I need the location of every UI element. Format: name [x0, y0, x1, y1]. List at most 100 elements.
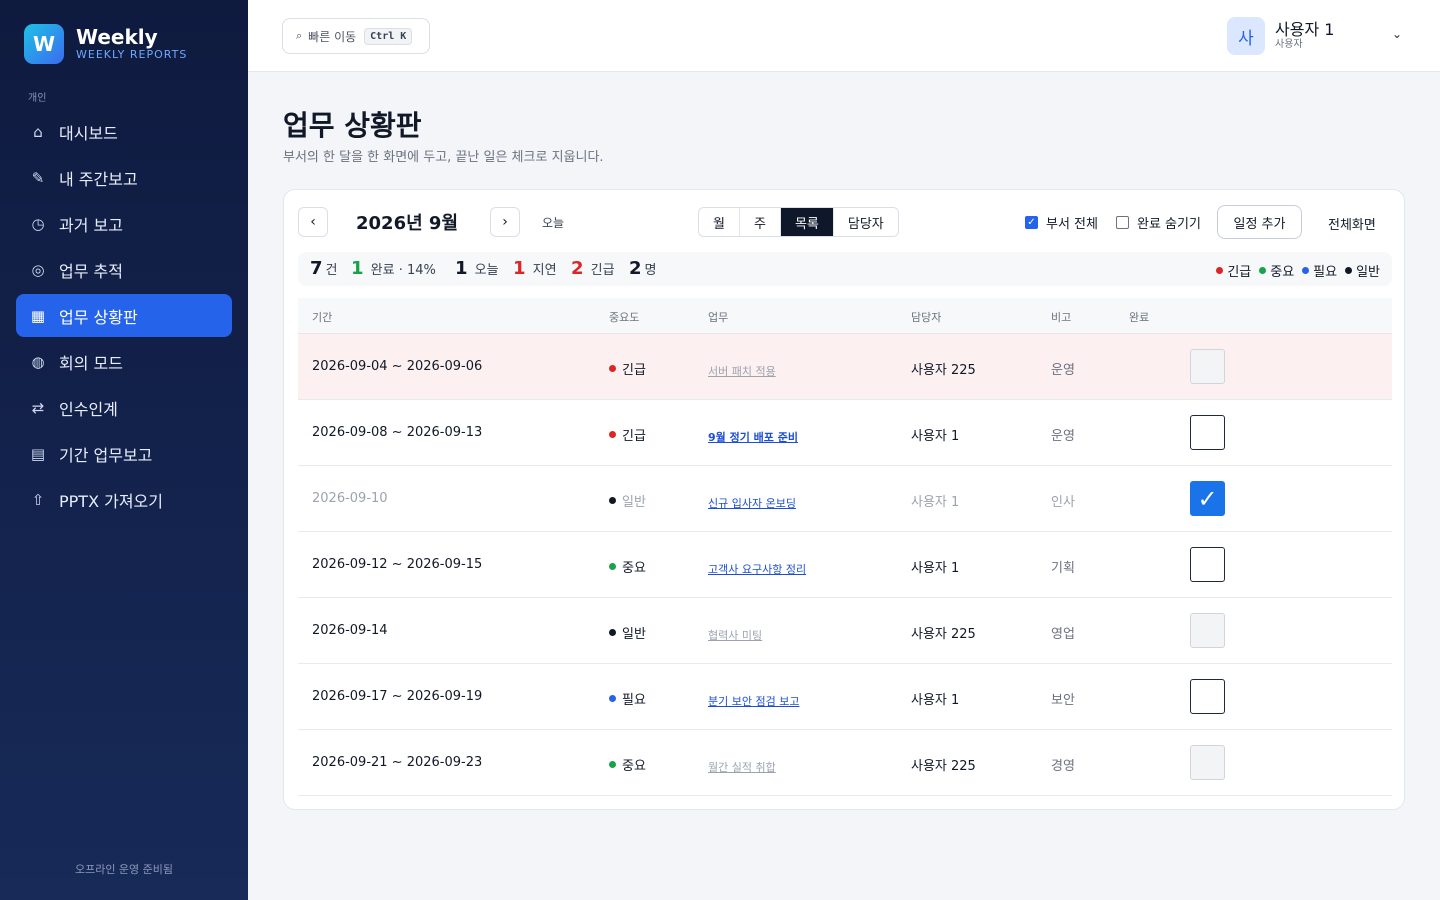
page-title: 업무 상황판: [283, 109, 422, 142]
prev-month-button[interactable]: ‹: [298, 207, 328, 237]
view-tab[interactable]: 담당자: [833, 208, 898, 236]
task-link[interactable]: 신규 입사자 온보딩: [708, 495, 796, 511]
task-table: 기간 중요도 업무 담당자 비고 완료 2026-09-04 ~ 2026-09…: [298, 298, 1392, 796]
hide-done-toggle[interactable]: 완료 숨기기: [1116, 213, 1201, 232]
avatar: 사: [1227, 17, 1265, 55]
done-checkbox[interactable]: ✓: [1190, 481, 1225, 516]
sidebar-item-label: 대시보드: [59, 123, 118, 143]
priority-dot: [609, 761, 616, 768]
stat-urgent: 2 긴급: [571, 258, 615, 279]
stat-people-value: 2: [629, 258, 642, 279]
topbar: ⌕ 빠른 이동 Ctrl K 사 사용자 1 사용자 ⌄: [248, 0, 1440, 72]
legend-dot: [1345, 267, 1353, 274]
table-row: 2026-09-17 ~ 2026-09-19 필요 분기 보안 점검 보고 사용자 …: [298, 664, 1392, 730]
priority-label: 긴급: [622, 429, 646, 444]
sidebar-item-label: 기간 업무보고: [59, 445, 153, 465]
stat-today-label: 오늘: [474, 263, 499, 278]
period-cell: 2026-09-10: [312, 491, 388, 506]
stat-people-unit: 명: [644, 263, 657, 278]
stat-urgent-label: 긴급: [590, 263, 615, 278]
sidebar-item-swap[interactable]: ⇄ 인수인계: [16, 386, 232, 429]
done-checkbox[interactable]: [1190, 547, 1225, 582]
col-done: 완료: [1129, 311, 1150, 324]
month-label: 2026년 9월: [356, 213, 459, 234]
sidebar-item-clock[interactable]: ◷ 과거 보고: [16, 202, 232, 245]
legend-label: 중요: [1270, 265, 1295, 280]
stat-done-value: 1: [351, 258, 364, 279]
sidebar-item-globe[interactable]: ◍ 회의 모드: [16, 340, 232, 383]
sidebar-item-upload[interactable]: ⇧ PPTX 가져오기: [16, 478, 232, 521]
priority-legend: 긴급 중요 필요 일반: [1208, 261, 1380, 280]
checkbox[interactable]: ✓: [1025, 216, 1038, 229]
task-link[interactable]: 9월 정기 배포 준비: [708, 429, 798, 445]
priority-label: 필요: [622, 693, 646, 708]
owner-cell: 사용자 1: [911, 429, 960, 444]
pencil-icon: ✎: [31, 168, 45, 187]
done-checkbox[interactable]: [1190, 679, 1225, 714]
task-link[interactable]: 협력사 미팅: [708, 627, 762, 643]
task-link[interactable]: 월간 실적 취합: [708, 759, 776, 775]
sidebar-item-label: 회의 모드: [59, 353, 123, 373]
quick-nav-button[interactable]: ⌕ 빠른 이동 Ctrl K: [282, 18, 430, 54]
chevron-left-icon: ‹: [310, 214, 316, 230]
chevron-down-icon[interactable]: ⌄: [1392, 27, 1402, 41]
period-cell: 2026-09-17 ~ 2026-09-19: [312, 689, 483, 704]
user-role: 사용자: [1275, 39, 1303, 50]
priority-label: 긴급: [622, 363, 646, 378]
note-cell: 기획: [1051, 561, 1075, 576]
add-schedule-button[interactable]: 일정 추가: [1217, 205, 1302, 239]
col-owner: 담당자: [911, 311, 942, 324]
priority-label: 중요: [622, 759, 646, 774]
col-note: 비고: [1051, 311, 1072, 324]
user-menu[interactable]: 사 사용자 1 사용자 ⌄: [1227, 17, 1402, 55]
sidebar-item-home[interactable]: ⌂ 대시보드: [16, 110, 232, 153]
sidebar-section-label: 개인: [28, 93, 47, 104]
legend-label: 긴급: [1227, 265, 1252, 280]
brand-subtitle: WEEKLY REPORTS: [76, 48, 188, 61]
priority-dot: [609, 695, 616, 702]
check-icon: ✓: [1197, 484, 1218, 513]
sidebar-item-grid[interactable]: ▦ 업무 상황판: [16, 294, 232, 337]
period-cell: 2026-09-14: [312, 623, 388, 638]
owner-cell: 사용자 225: [911, 627, 976, 642]
stat-total-value: 7: [310, 258, 323, 279]
note-cell: 보안: [1051, 693, 1075, 708]
page-subtitle: 부서의 한 달을 한 화면에 두고, 끝난 일은 체크로 지웁니다.: [283, 150, 604, 165]
view-tab[interactable]: 주: [739, 208, 781, 236]
next-month-button[interactable]: ›: [490, 207, 520, 237]
period-cell: 2026-09-21 ~ 2026-09-23: [312, 755, 483, 770]
sidebar-item-pencil[interactable]: ✎ 내 주간보고: [16, 156, 232, 199]
brand[interactable]: W Weekly WEEKLY REPORTS: [24, 24, 187, 64]
quick-nav-label: 빠른 이동: [308, 29, 357, 44]
col-task: 업무: [708, 311, 729, 324]
task-link[interactable]: 고객사 요구사항 정리: [708, 561, 806, 577]
stat-late-value: 1: [513, 258, 526, 279]
sidebar-item-target[interactable]: ◎ 업무 추적: [16, 248, 232, 291]
target-icon: ◎: [31, 260, 45, 279]
sidebar: W Weekly WEEKLY REPORTS 개인 ⌂ 대시보드 ✎ 내 주간보고 ◷…: [0, 0, 248, 900]
done-checkbox: [1190, 349, 1225, 384]
view-tab[interactable]: 목록: [780, 208, 834, 236]
legend-label: 필요: [1313, 265, 1338, 280]
view-tab[interactable]: 월: [699, 208, 740, 236]
sidebar-nav: ⌂ 대시보드 ✎ 내 주간보고 ◷ 과거 보고 ◎ 업무 추적 ▦ 업무 상황판 ◍ 회의 모드 ⇄ 인수…: [16, 110, 232, 524]
table-row: 2026-09-10 일반 신규 입사자 온보딩 사용자 1 인사 ✓: [298, 466, 1392, 532]
today-button[interactable]: 오늘: [542, 214, 564, 231]
sidebar-item-label: PPTX 가져오기: [59, 491, 163, 511]
done-checkbox[interactable]: [1190, 415, 1225, 450]
stat-late-label: 지연: [532, 263, 557, 278]
checkbox[interactable]: [1116, 216, 1129, 229]
col-period: 기간: [312, 311, 333, 324]
dept-all-toggle[interactable]: ✓ 부서 전체: [1025, 213, 1098, 232]
priority-cell: 일반: [609, 623, 646, 642]
table-header: 기간 중요도 업무 담당자 비고 완료: [298, 298, 1392, 334]
offline-status: 오프라인 운영 준비됨: [74, 863, 174, 876]
fullscreen-button[interactable]: 전체화면: [1328, 214, 1376, 233]
task-link[interactable]: 분기 보안 점검 보고: [708, 693, 799, 709]
priority-label: 중요: [622, 561, 646, 576]
legend-dot: [1259, 267, 1267, 274]
table-row: 2026-09-08 ~ 2026-09-13 긴급 9월 정기 배포 준비 사용자 …: [298, 400, 1392, 466]
globe-icon: ◍: [31, 352, 45, 371]
task-link[interactable]: 서버 패치 적용: [708, 363, 776, 379]
sidebar-item-list[interactable]: ▤ 기간 업무보고: [16, 432, 232, 475]
